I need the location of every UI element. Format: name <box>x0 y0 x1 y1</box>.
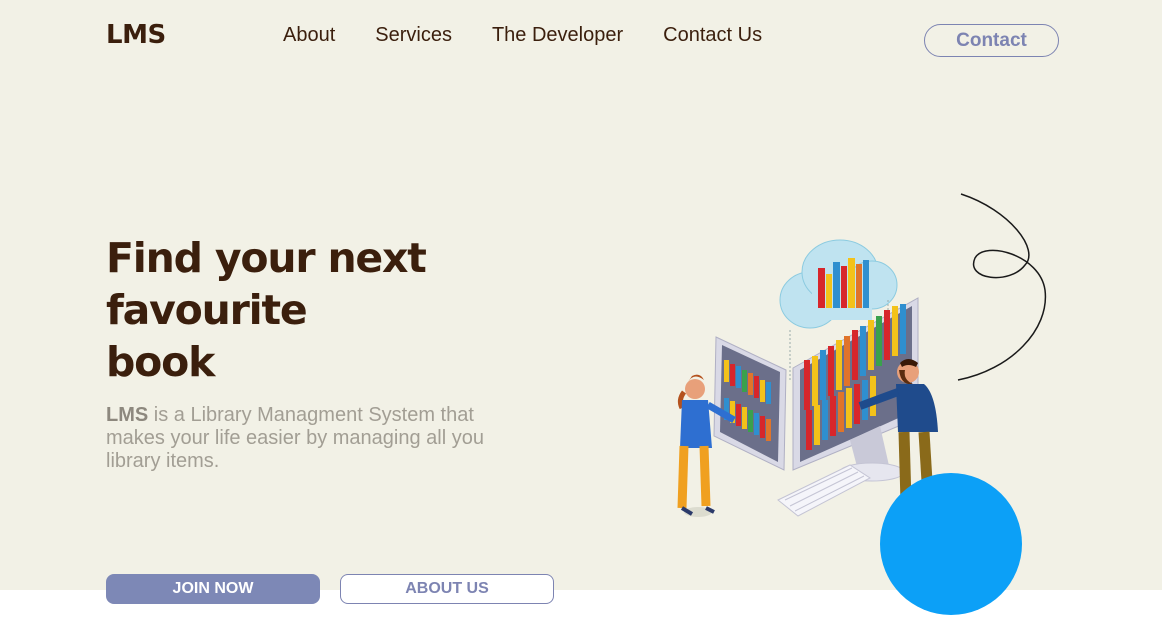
blue-circle-decoration <box>880 473 1022 615</box>
keyboard-icon <box>777 464 871 517</box>
tablet-icon <box>713 336 787 471</box>
cloud-icon <box>779 239 898 329</box>
